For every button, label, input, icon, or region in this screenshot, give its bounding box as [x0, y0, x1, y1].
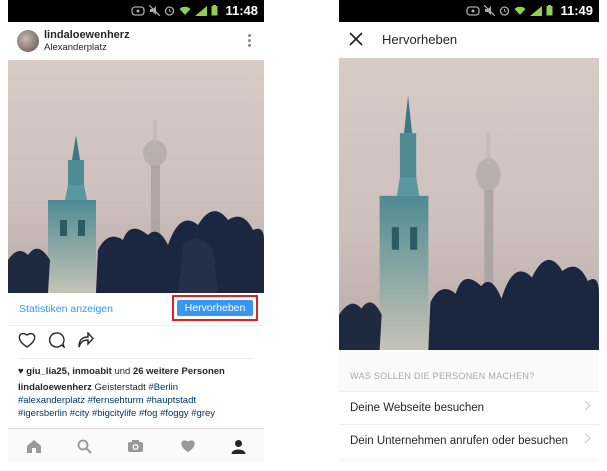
left-phone-screen: 11:48 lindaloewenherz Alexanderplatz Sta… — [8, 0, 264, 462]
signal-icon — [195, 5, 208, 16]
post-username[interactable]: lindaloewenherz — [44, 29, 130, 41]
avatar[interactable] — [17, 30, 39, 52]
likes-line[interactable]: ♥ giu_lia25, inmoabit und 26 weitere Per… — [18, 366, 225, 377]
status-bar: 11:48 — [8, 0, 264, 22]
hashtag-fernsehturm[interactable]: #fernsehturm — [88, 395, 144, 406]
heart-icon[interactable] — [18, 332, 36, 348]
alarm-icon — [165, 6, 175, 16]
highlight-annotation: Hervorheben — [172, 295, 258, 321]
status-clock: 11:49 — [560, 3, 593, 18]
nfc-icon — [131, 5, 146, 16]
post-header: lindaloewenherz Alexanderplatz — [8, 22, 264, 61]
post-caption: lindaloewenherz Geisterstadt #Berlin #al… — [18, 381, 258, 420]
wifi-icon — [514, 6, 526, 15]
view-insights-link[interactable]: Statistiken anzeigen — [19, 303, 113, 315]
post-actions — [18, 332, 94, 348]
promotion-row: Statistiken anzeigen Hervorheben — [8, 293, 264, 326]
berlin-fog-photo — [8, 60, 264, 293]
profile-icon[interactable] — [231, 439, 246, 454]
signal-icon — [530, 5, 543, 16]
bottom-navigation — [8, 428, 264, 462]
likers-names[interactable]: giu_lia25, inmoabit — [26, 366, 112, 377]
status-bar: 11:49 — [339, 0, 599, 22]
comment-icon[interactable] — [48, 332, 65, 348]
right-phone-screen: 11:49 Hervorheben WAS SOLLEN DIE PERSONE… — [339, 0, 599, 462]
option-label: Dein Unternehmen anrufen oder besuchen — [350, 435, 569, 447]
alarm-icon — [500, 6, 510, 16]
divider — [18, 358, 254, 359]
hashtag-berlin[interactable]: #Berlin — [148, 382, 178, 393]
likes-conjunction: und — [114, 366, 131, 377]
option-visit-website[interactable]: Deine Webseite besuchen — [339, 391, 599, 424]
hashtag-hauptstadt[interactable]: #hauptstadt — [146, 395, 196, 406]
mute-icon — [484, 5, 496, 16]
search-icon[interactable] — [77, 439, 92, 454]
status-clock: 11:48 — [225, 3, 258, 18]
nfc-icon — [466, 5, 481, 16]
camera-icon[interactable] — [127, 439, 144, 453]
home-icon[interactable] — [26, 439, 42, 454]
share-icon[interactable] — [77, 332, 94, 348]
wifi-icon — [179, 6, 191, 15]
mute-icon — [149, 5, 161, 16]
chevron-right-icon — [580, 433, 591, 444]
page-title: Hervorheben — [382, 32, 458, 47]
small-heart-icon: ♥ — [18, 366, 24, 377]
option-label: Deine Webseite besuchen — [350, 402, 485, 414]
heart-icon[interactable] — [180, 439, 196, 453]
likers-others[interactable]: 26 weitere Personen — [133, 366, 225, 377]
post-location[interactable]: Alexanderplatz — [44, 42, 107, 53]
berlin-fog-photo — [339, 58, 599, 350]
caption-fade — [8, 418, 264, 428]
hashtag-alexanderplatz[interactable]: #alexanderplatz — [18, 395, 85, 406]
section-heading: WAS SOLLEN DIE PERSONEN MACHEN? — [350, 371, 535, 381]
post-photo[interactable] — [8, 60, 264, 293]
promote-button[interactable]: Hervorheben — [177, 300, 253, 316]
battery-icon — [211, 5, 218, 16]
battery-icon — [546, 5, 553, 16]
caption-text: Geisterstadt — [94, 382, 146, 393]
option-call-or-visit[interactable]: Dein Unternehmen anrufen oder besuchen — [339, 424, 599, 457]
promote-topbar: Hervorheben — [339, 22, 599, 58]
more-options-icon[interactable] — [248, 34, 252, 49]
close-icon[interactable] — [348, 31, 364, 47]
caption-author[interactable]: lindaloewenherz — [18, 382, 92, 393]
chevron-right-icon — [580, 400, 591, 411]
promoted-post-preview — [339, 58, 599, 350]
